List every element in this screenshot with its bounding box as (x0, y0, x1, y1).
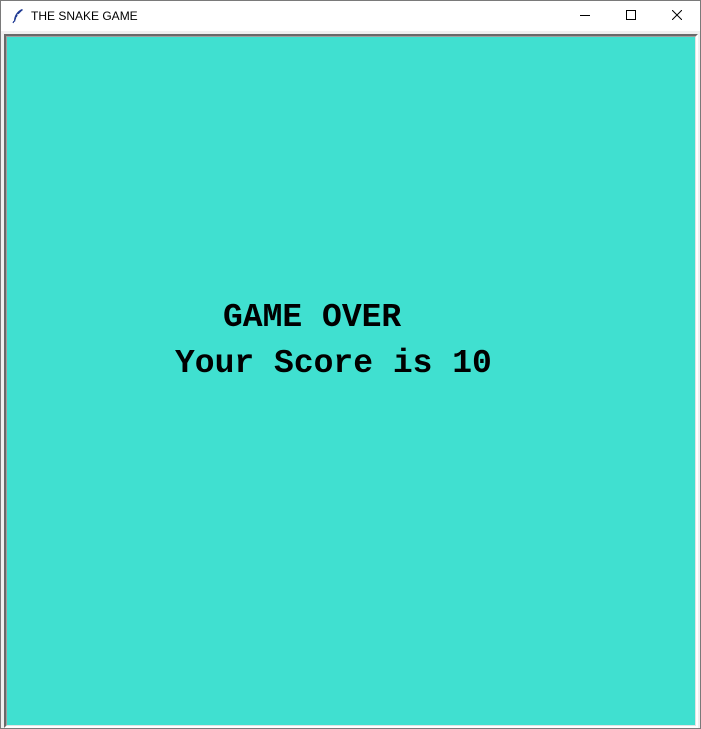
maximize-icon (626, 7, 636, 25)
maximize-button[interactable] (608, 1, 654, 31)
close-icon (671, 7, 683, 25)
window-controls (562, 1, 700, 31)
canvas-frame: GAME OVER Your Score is 10 (4, 34, 698, 728)
game-over-text: GAME OVER (223, 299, 402, 336)
minimize-icon (580, 7, 590, 25)
game-canvas[interactable]: GAME OVER Your Score is 10 (6, 36, 696, 726)
title-bar[interactable]: THE SNAKE GAME (1, 1, 700, 31)
feather-icon (11, 8, 25, 24)
app-window: THE SNAKE GAME GAME OVER Your Score is 1… (0, 0, 701, 729)
window-title: THE SNAKE GAME (31, 9, 138, 23)
close-button[interactable] (654, 1, 700, 31)
minimize-button[interactable] (562, 1, 608, 31)
score-text: Your Score is 10 (175, 345, 492, 382)
